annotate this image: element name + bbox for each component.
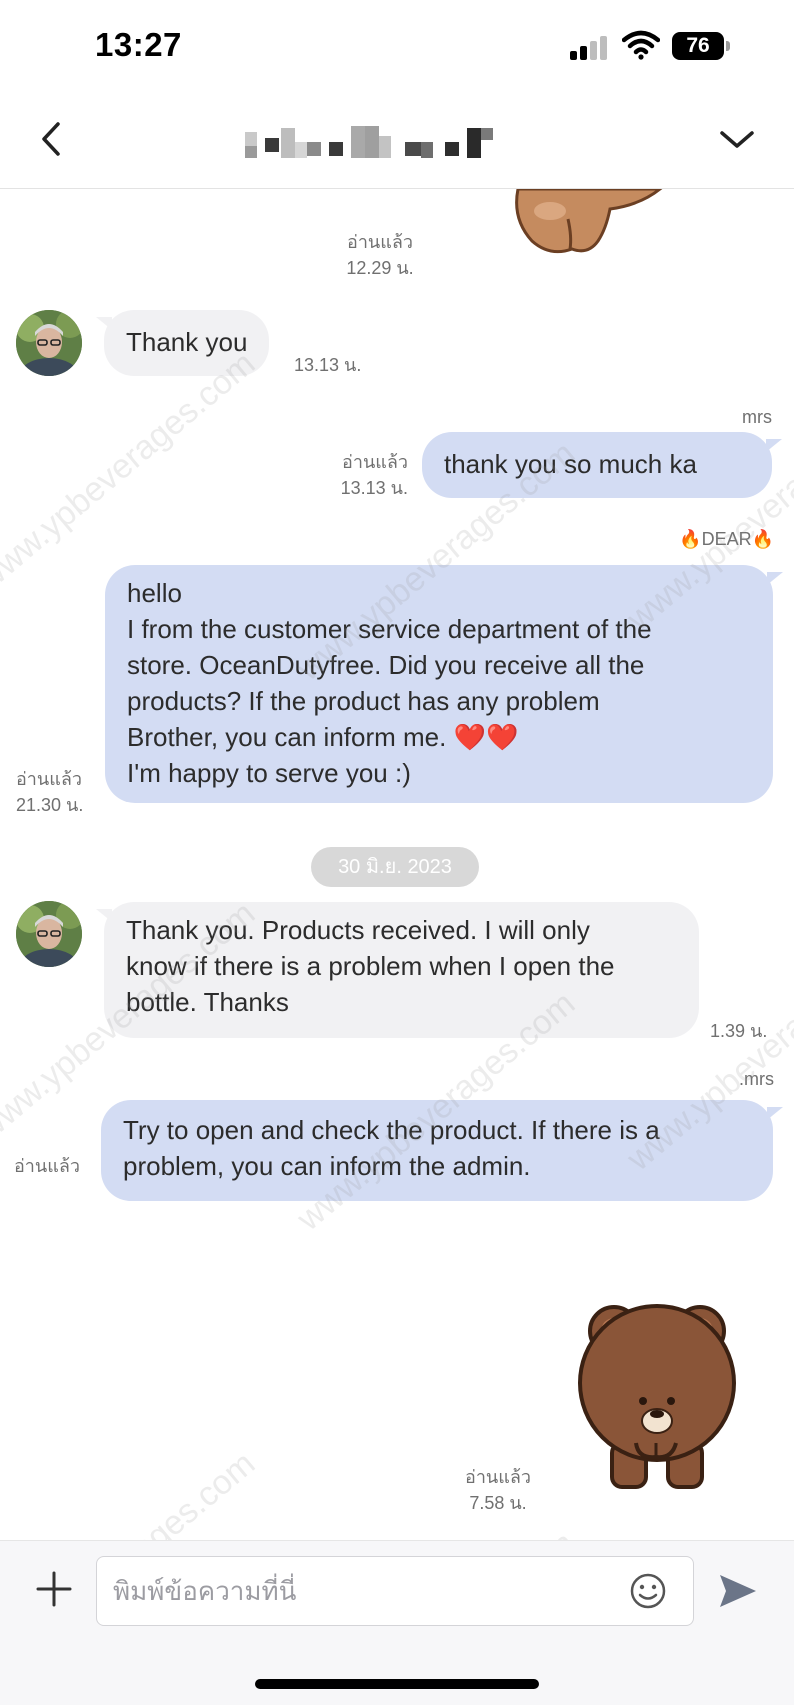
plus-icon[interactable]	[34, 1569, 74, 1609]
bubble-tail	[767, 1107, 783, 1120]
message-list[interactable]: อ่านแล้ว 12.29 น. Thank you 13.13 น. mrs	[0, 189, 794, 1705]
chat-header	[0, 92, 794, 189]
message-line: store. OceanDutyfree. Did you receive al…	[127, 650, 645, 680]
message-meta: อ่านแล้ว 7.58 น.	[448, 1464, 548, 1516]
message-bubble-outgoing[interactable]: Try to open and check the product. If th…	[101, 1100, 773, 1201]
message-input[interactable]	[96, 1556, 694, 1626]
sender-name: .mrs	[739, 1069, 774, 1089]
send-icon[interactable]	[716, 1571, 760, 1611]
read-label: อ่านแล้ว	[347, 232, 413, 252]
message-time: 12.29 น.	[346, 258, 414, 278]
signal-icon	[570, 36, 610, 60]
message-line: problem, you can inform the admin.	[123, 1151, 531, 1181]
message-text: Thank you	[126, 327, 248, 357]
avatar-photo	[16, 310, 82, 376]
status-bar: 13:27 76	[0, 0, 794, 92]
message-meta: อ่านแล้ว 13.13 น.	[300, 449, 408, 501]
input-bar	[0, 1540, 794, 1705]
message-bubble-outgoing[interactable]: thank you so much ka	[422, 432, 772, 498]
read-label: อ่านแล้ว	[465, 1467, 531, 1487]
message-time: 13.13 น.	[340, 478, 408, 498]
contact-name-pixelated[interactable]	[245, 122, 545, 158]
message-line: Try to open and check the product. If th…	[123, 1115, 660, 1145]
sticker-bear-image[interactable]	[576, 1293, 746, 1493]
message-time: 21.30 น.	[16, 795, 84, 815]
sender-name: 🔥DEAR🔥	[679, 529, 774, 549]
home-indicator[interactable]	[255, 1679, 539, 1689]
message-bubble-outgoing[interactable]: hello I from the customer service depart…	[105, 565, 773, 803]
message-line: know if there is a problem when I open t…	[126, 951, 615, 981]
sticker-image[interactable]	[510, 189, 670, 261]
date-separator: 30 มิ.ย. 2023	[311, 847, 479, 887]
chevron-down-icon[interactable]	[712, 114, 762, 164]
read-label: อ่านแล้ว	[14, 1156, 80, 1176]
chat-screen: 13:27 76 อ่านแล้ว 12.29 น. Thank you 13.…	[0, 0, 794, 1705]
message-line: I'm happy to serve you :)	[127, 758, 411, 788]
chevron-left-icon[interactable]	[30, 114, 74, 164]
message-meta: อ่านแล้ว 21.30 น.	[16, 766, 96, 818]
message-time: 1.39 น.	[710, 1021, 768, 1041]
avatar-photo	[16, 901, 82, 967]
message-line: Brother, you can inform me. ❤️❤️	[127, 722, 519, 752]
battery-icon: 76	[672, 32, 730, 60]
bubble-tail	[766, 439, 782, 452]
message-time: 13.13 น.	[294, 355, 362, 375]
battery-level: 76	[672, 32, 724, 60]
wifi-icon	[622, 30, 660, 60]
watermark: www.ypbeverages.com	[0, 344, 263, 599]
smiley-icon[interactable]	[628, 1571, 668, 1611]
read-label: อ่านแล้ว	[342, 452, 408, 472]
message-text: thank you so much ka	[444, 449, 697, 479]
avatar[interactable]	[16, 901, 82, 967]
message-time: 7.58 น.	[469, 1493, 527, 1513]
message-line: bottle. Thanks	[126, 987, 289, 1017]
message-meta: อ่านแล้ว 12.29 น.	[330, 229, 430, 281]
message-line: hello	[127, 578, 182, 608]
bubble-tail	[767, 572, 783, 585]
message-line: I from the customer service department o…	[127, 614, 652, 644]
message-bubble-incoming[interactable]: Thank you	[104, 310, 270, 376]
message-line: Thank you. Products received. I will onl…	[126, 915, 590, 945]
read-label: อ่านแล้ว	[16, 769, 82, 789]
message-line: products? If the product has any problem	[127, 686, 600, 716]
sender-name: mrs	[742, 407, 772, 427]
avatar[interactable]	[16, 310, 82, 376]
message-bubble-incoming[interactable]: Thank you. Products received. I will onl…	[104, 902, 699, 1038]
status-time: 13:27	[95, 26, 182, 63]
